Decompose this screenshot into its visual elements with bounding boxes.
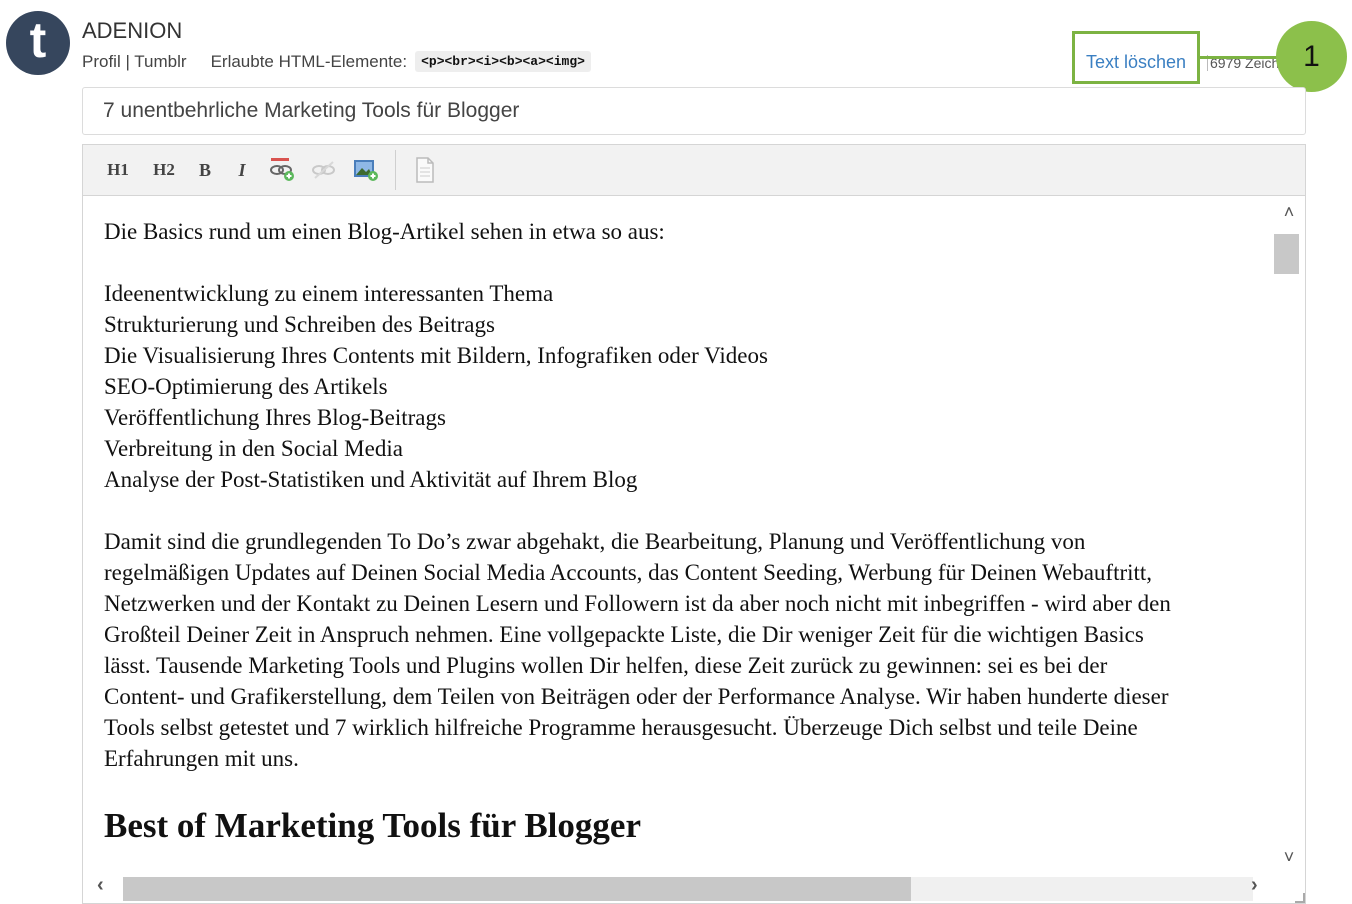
heading2-button[interactable]: H2 <box>145 152 183 188</box>
list-item: Die Visualisierung Ihres Contents mit Bi… <box>104 343 768 368</box>
editor-toolbar: H1 H2 B I <box>83 145 1305 196</box>
horizontal-scroll-thumb[interactable] <box>123 877 911 901</box>
list-item: SEO-Optimierung des Artikels <box>104 374 388 399</box>
allowed-html-tags: <p><br><i><b><a><img> <box>415 51 591 72</box>
bold-button[interactable]: B <box>191 152 219 188</box>
callout-connector <box>1200 56 1284 59</box>
list-item: Veröffentlichung Ihres Blog-Beitrags <box>104 405 446 430</box>
remove-link-icon <box>312 161 335 179</box>
vertical-scroll-thumb[interactable] <box>1274 234 1299 274</box>
tumblr-logo-letter: t <box>29 12 47 68</box>
italic-button[interactable]: I <box>227 152 257 188</box>
clear-text-label[interactable]: Text löschen <box>1086 52 1186 73</box>
tumblr-logo: t <box>6 11 70 75</box>
list-item: Verbreitung in den Social Media <box>104 436 403 461</box>
insert-link-button[interactable] <box>265 152 299 188</box>
paragraph-line: Erfahrungen mit uns. <box>104 746 299 771</box>
body-paragraph: Damit sind die grundlegenden To Do’s zwa… <box>104 526 1273 774</box>
basics-list: Ideenentwicklung zu einem interessanten … <box>104 278 1273 495</box>
paragraph-line: Content- und Grafikerstellung, dem Teile… <box>104 684 1169 709</box>
scroll-right-icon[interactable]: › <box>1251 874 1258 897</box>
paragraph-line: Großteil Deiner Zeit in Anspruch nehmen.… <box>104 622 1144 647</box>
insert-image-button[interactable] <box>349 152 383 188</box>
remove-link-button[interactable] <box>307 152 341 188</box>
vertical-scrollbar[interactable]: ˄ ˅ <box>1273 196 1305 872</box>
account-subrow: Profil | Tumblr Erlaubte HTML-Elemente: … <box>82 51 591 72</box>
clear-text-link[interactable]: Text löschen <box>1072 31 1200 84</box>
paragraph-line: Tools selbst getestet und 7 wirklich hil… <box>104 715 1138 740</box>
list-item: Analyse der Post-Statistiken und Aktivit… <box>104 467 638 492</box>
allowed-html-label: Erlaubte HTML-Elemente: <box>210 51 408 71</box>
callout-marker: 1 <box>1276 21 1347 92</box>
intro-paragraph: Die Basics rund um einen Blog-Artikel se… <box>104 219 665 244</box>
source-document-button[interactable] <box>408 152 442 188</box>
paragraph-line: Damit sind die grundlegenden To Do’s zwa… <box>104 529 1086 554</box>
scroll-down-icon[interactable]: ˅ <box>1273 847 1305 868</box>
heading1-button[interactable]: H1 <box>99 152 137 188</box>
editor-content[interactable]: Die Basics rund um einen Blog-Artikel se… <box>83 196 1273 872</box>
paragraph-line: lässt. Tausende Marketing Tools und Plug… <box>104 653 1108 678</box>
paragraph-line: regelmäßigen Updates auf Deinen Social M… <box>104 560 1153 585</box>
rich-text-editor: H1 H2 B I Die Basics rund um einen Blog-… <box>82 144 1306 904</box>
account-name: ADENION <box>82 18 183 43</box>
resize-grip-icon[interactable] <box>1295 893 1305 903</box>
content-heading: Best of Marketing Tools für Blogger <box>104 806 641 845</box>
source-document-icon <box>416 157 434 183</box>
insert-link-icon <box>270 158 294 181</box>
horizontal-scrollbar[interactable]: ‹ › <box>83 872 1305 903</box>
paragraph-line: Netzwerken und der Kontakt zu Deinen Les… <box>104 591 1171 616</box>
scroll-left-icon[interactable]: ‹ <box>97 874 104 897</box>
list-item: Ideenentwicklung zu einem interessanten … <box>104 281 554 306</box>
post-title-input[interactable] <box>82 87 1306 135</box>
insert-image-icon <box>354 160 378 181</box>
scroll-up-icon[interactable]: ˄ <box>1273 202 1305 223</box>
list-item: Strukturierung und Schreiben des Beitrag… <box>104 312 495 337</box>
toolbar-divider <box>395 150 396 190</box>
callout-number: 1 <box>1303 39 1320 73</box>
profile-link[interactable]: Profil | Tumblr <box>82 52 187 72</box>
